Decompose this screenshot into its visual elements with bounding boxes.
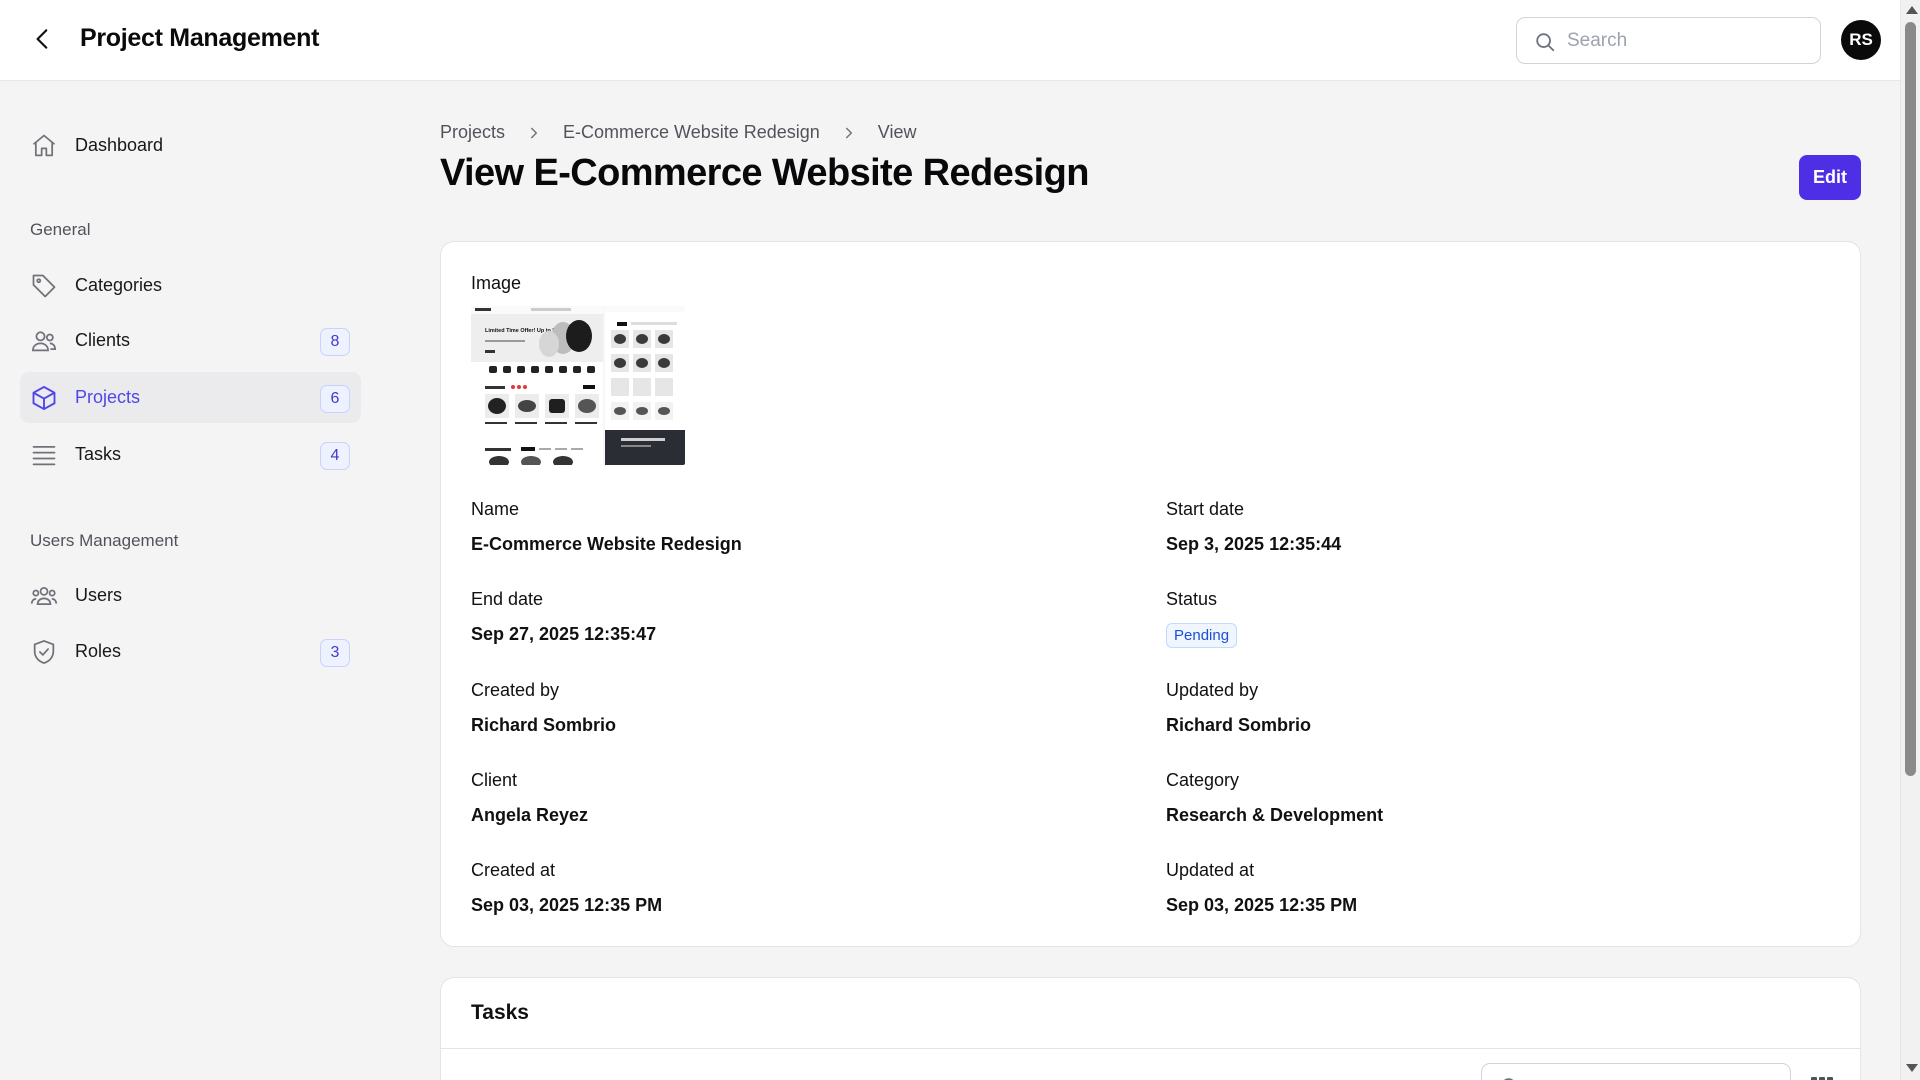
sidebar-item-clients[interactable]: Clients 8 — [20, 315, 361, 366]
tasks-title: Tasks — [471, 1001, 529, 1024]
scroll-down-arrow-icon[interactable] — [1906, 1064, 1918, 1072]
start-date-value: Sep 3, 2025 12:35:44 — [1166, 534, 1342, 554]
sidebar-item-tasks[interactable]: Tasks 4 — [20, 429, 361, 480]
tag-icon — [30, 272, 58, 300]
sidebar-item-label: Roles — [75, 641, 122, 661]
page-scrollbar[interactable] — [1900, 0, 1920, 1080]
breadcrumb-projects[interactable]: Projects — [440, 122, 505, 143]
tasks-card: Tasks — [440, 977, 1861, 1080]
user-avatar[interactable]: RS — [1841, 20, 1881, 60]
breadcrumb-current: View — [877, 122, 917, 142]
search-input[interactable] — [1567, 26, 1807, 56]
created-by-label: Created by — [471, 680, 560, 700]
status-badge: Pending — [1166, 623, 1238, 648]
sidebar-item-projects[interactable]: Projects 6 — [20, 372, 361, 423]
top-bar: Project Management RS — [0, 0, 1900, 81]
updated-by-label: Updated by — [1166, 680, 1259, 700]
sidebar-item-dashboard[interactable]: Dashboard — [20, 120, 361, 171]
name-label: Name — [471, 499, 520, 519]
project-image[interactable]: Limited Time Offer! Up to 50% OFF! — [471, 306, 685, 465]
breadcrumb: Projects E-Commerce Website Redesign Vie… — [440, 122, 917, 143]
sidebar-group-users-management: Users Management — [30, 531, 179, 550]
name-value: E-Commerce Website Redesign — [471, 534, 742, 554]
created-by-value: Richard Sombrio — [471, 715, 617, 735]
created-at-label: Created at — [471, 860, 556, 880]
category-value: Research & Development — [1166, 805, 1384, 825]
tasks-search-input[interactable] — [1481, 1063, 1791, 1080]
sidebar-item-label: Dashboard — [75, 135, 164, 155]
count-badge: 6 — [320, 385, 350, 413]
status-label: Status — [1166, 589, 1218, 609]
sidebar-group-general: General — [30, 220, 91, 239]
edit-button[interactable]: Edit — [1799, 155, 1861, 200]
count-badge: 4 — [320, 442, 350, 470]
image-label: Image — [471, 273, 522, 293]
search-icon — [1503, 1078, 1514, 1080]
project-details-card: Image Limited Time Offer! Up to 50% OFF! — [440, 241, 1861, 947]
client-value: Angela Reyez — [471, 805, 589, 825]
list-icon — [30, 441, 58, 469]
chevron-right-icon — [527, 126, 541, 140]
search-icon — [1536, 33, 1555, 52]
end-date-value: Sep 27, 2025 12:35:47 — [471, 624, 657, 644]
users-icon — [30, 327, 58, 355]
home-icon — [30, 132, 58, 160]
user-group-icon — [30, 582, 58, 610]
updated-at-value: Sep 03, 2025 12:35 PM — [1166, 895, 1358, 915]
category-label: Category — [1166, 770, 1240, 790]
updated-by-value: Richard Sombrio — [1166, 715, 1312, 735]
sidebar-item-users[interactable]: Users — [20, 570, 361, 621]
back-arrow-icon[interactable] — [30, 26, 56, 52]
start-date-label: Start date — [1166, 499, 1245, 519]
page-title: View E-Commerce Website Redesign — [440, 152, 1089, 194]
updated-at-label: Updated at — [1166, 860, 1255, 880]
created-at-value: Sep 03, 2025 12:35 PM — [471, 895, 663, 915]
global-search[interactable] — [1516, 17, 1821, 64]
divider — [441, 1048, 1860, 1049]
app-title: Project Management — [80, 24, 320, 52]
scroll-thumb[interactable] — [1905, 22, 1916, 776]
sidebar-item-label: Categories — [75, 275, 163, 295]
sidebar-item-label: Tasks — [75, 444, 122, 464]
sidebar-item-label: Projects — [75, 387, 141, 407]
sidebar-item-label: Clients — [75, 330, 131, 350]
sidebar-item-roles[interactable]: Roles 3 — [20, 626, 361, 677]
sidebar-item-label: Users — [75, 585, 123, 605]
client-label: Client — [471, 770, 518, 790]
chevron-right-icon — [842, 126, 856, 140]
count-badge: 8 — [320, 328, 350, 356]
breadcrumb-project[interactable]: E-Commerce Website Redesign — [563, 122, 820, 143]
scroll-up-arrow-icon[interactable] — [1906, 6, 1918, 14]
end-date-label: End date — [471, 589, 544, 609]
sidebar-item-categories[interactable]: Categories — [20, 260, 361, 311]
count-badge: 3 — [320, 639, 350, 667]
cube-icon — [30, 384, 58, 412]
shield-check-icon — [30, 638, 58, 666]
